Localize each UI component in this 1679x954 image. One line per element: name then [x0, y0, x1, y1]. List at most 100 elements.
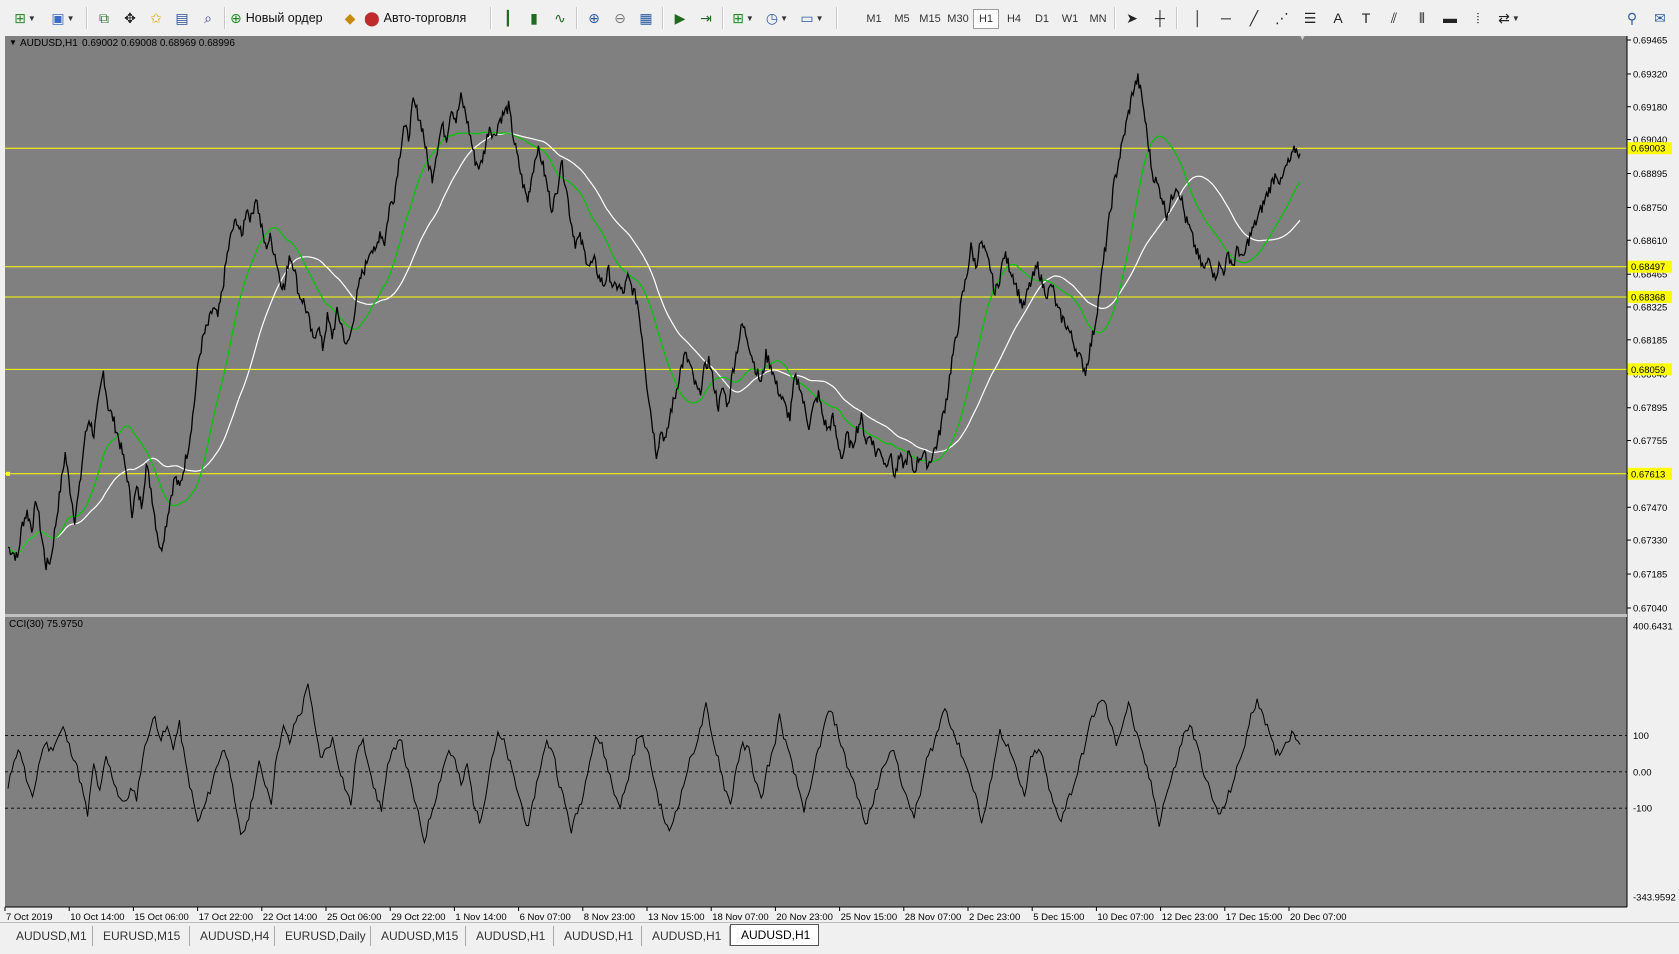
arrows-button[interactable]: ⇄ ▼	[1494, 6, 1524, 30]
cci-axis-label: 0.00	[1633, 767, 1652, 778]
price-axis-label: 0.67185	[1633, 570, 1667, 581]
indicators-icon: ⊞	[732, 10, 744, 26]
level-label: 0.69003	[1631, 144, 1665, 155]
tab-audusd-h1-1[interactable]: AUDUSD,H1	[466, 926, 554, 946]
autotrading-button[interactable]: ⬤ Авто-торговля	[364, 6, 482, 30]
line-chart-button[interactable]: ∿	[548, 6, 572, 30]
toolbar-separator	[86, 7, 88, 29]
candlestick-icon: ▮	[530, 10, 538, 26]
new-chart-button[interactable]: ⊞ ▼	[8, 6, 42, 30]
fibonacci-retracement-button[interactable]: ☰	[1298, 6, 1322, 30]
cursor-button[interactable]: ➤	[1120, 6, 1144, 30]
time-axis-label: 10 Oct 14:00	[70, 912, 124, 921]
collapse-arrow-icon[interactable]: ▼	[9, 38, 17, 47]
chat-button[interactable]: ✉	[1648, 6, 1672, 30]
tab-audusd-m15[interactable]: AUDUSD,M15	[371, 926, 466, 946]
timeframe-m1[interactable]: M1	[861, 9, 887, 29]
autotrading-icon: ⬤	[364, 10, 380, 26]
gann-grid-button[interactable]: ⦀	[1410, 6, 1434, 30]
market-watch-button[interactable]: ⧉	[92, 6, 116, 30]
timeframe-h1[interactable]: H1	[973, 9, 999, 29]
fibonacci-fan-button[interactable]: ⋰	[1270, 6, 1294, 30]
timeframe-w1[interactable]: W1	[1057, 9, 1083, 29]
horizontal-line-button[interactable]: ─	[1214, 6, 1238, 30]
tab-audusd-h1-active[interactable]: AUDUSD,H1	[730, 924, 819, 946]
price-axis-label: 0.67895	[1633, 403, 1667, 414]
price-axis-label: 0.68895	[1633, 169, 1667, 180]
price-axis-label: 0.67330	[1633, 536, 1667, 547]
zoom-out-button[interactable]: ⊖	[608, 6, 632, 30]
strategy-tester-button[interactable]: ⌕	[196, 6, 220, 30]
cci-axis-label: -343.9592	[1633, 893, 1676, 904]
new-order-button[interactable]: ⊕ Новый ордер	[230, 6, 334, 30]
new-chart-icon: ⊞	[14, 10, 26, 26]
profiles-button[interactable]: ▣ ▼	[46, 6, 80, 30]
timeframe-m30[interactable]: M30	[945, 9, 971, 29]
tab-audusd-h4[interactable]: AUDUSD,H4	[190, 926, 275, 946]
chart-window[interactable]: 0.69465 0.69320 0.69180 0.69040 0.68895 0.687…	[0, 36, 1679, 921]
indicators-button[interactable]: ⊞ ▼	[728, 6, 758, 30]
channel-button[interactable]: ⫽	[1382, 6, 1406, 30]
timeframe-mn[interactable]: MN	[1085, 9, 1111, 29]
main-toolbar: ⊞ ▼ ▣ ▼ ⧉ ✥ ✩ ▤ ⌕ ⊕ Новый ордер ◆ ⬤ Авто-т…	[0, 0, 1679, 37]
toolbar-separator	[490, 7, 492, 29]
time-axis-label: 6 Nov 07:00	[520, 912, 571, 921]
crosshair-button[interactable]: ┼	[1148, 6, 1172, 30]
auto-scroll-button[interactable]: ▶	[668, 6, 692, 30]
text-label-button[interactable]: T	[1354, 6, 1378, 30]
chart-ohlc-values: 0.69002 0.69008 0.68969 0.68996	[82, 38, 235, 49]
cycle-lines-button[interactable]: ⦙	[1466, 6, 1490, 30]
trendline-button[interactable]: ╱	[1242, 6, 1266, 30]
zoom-out-icon: ⊖	[614, 10, 626, 26]
tile-windows-button[interactable]: ▦	[634, 6, 658, 30]
tab-audusd-h1-3[interactable]: AUDUSD,H1	[642, 926, 730, 946]
tab-eurusd-daily[interactable]: EURUSD,Daily	[275, 926, 371, 946]
timeframe-h4[interactable]: H4	[1001, 9, 1027, 29]
time-axis-label: 29 Oct 22:00	[391, 912, 445, 921]
navigator-button[interactable]: ✩	[144, 6, 168, 30]
tab-audusd-h1-2[interactable]: AUDUSD,H1	[554, 926, 642, 946]
chat-icon: ✉	[1654, 10, 1666, 26]
price-axis-ticks: 0.694650.693200.691800.690400.688950.687…	[1627, 36, 1667, 615]
pane-separator[interactable]	[5, 614, 1627, 617]
profiles-icon: ▣	[51, 10, 65, 26]
chart-shift-button[interactable]: ⇥	[694, 6, 718, 30]
timeframe-m15[interactable]: M15	[917, 9, 943, 29]
time-axis-label: 2 Dec 23:00	[969, 912, 1020, 921]
time-axis-label: 20 Nov 23:00	[776, 912, 833, 921]
time-axis-label: 15 Oct 06:00	[134, 912, 188, 921]
time-axis-label: 8 Nov 23:00	[584, 912, 635, 921]
terminal-button[interactable]: ▤	[170, 6, 194, 30]
tab-eurusd-m15[interactable]: EURUSD,M15	[93, 926, 190, 946]
new-order-label: Новый ордер	[245, 11, 323, 25]
periods-button[interactable]: ◷ ▼	[762, 6, 792, 30]
timeframe-d1[interactable]: D1	[1029, 9, 1055, 29]
vertical-line-button[interactable]: │	[1186, 6, 1210, 30]
text-button[interactable]: A	[1326, 6, 1350, 30]
chevron-down-icon: ▼	[745, 13, 754, 23]
chart-shift-marker-icon[interactable]: ▼	[1298, 36, 1307, 42]
price-chart[interactable]: 0.694650.693200.691800.690400.688950.687…	[0, 36, 1679, 921]
text-icon: A	[1333, 10, 1343, 26]
toolbar-separator	[722, 7, 724, 29]
bar-chart-button[interactable]: ┃	[496, 6, 520, 30]
main-pane-background[interactable]	[5, 36, 1627, 614]
cci-axis-label: -100	[1633, 804, 1652, 815]
candlestick-button[interactable]: ▮	[522, 6, 546, 30]
timeframe-m5[interactable]: M5	[889, 9, 915, 29]
rectangle-icon: ▬	[1443, 10, 1457, 26]
time-axis-ticks: 7 Oct 2019 10 Oct 14:00 15 Oct 06:00 17 Oct…	[4, 907, 1347, 921]
tile-windows-icon: ▦	[639, 10, 653, 26]
tab-audusd-m1[interactable]: AUDUSD,M1	[6, 926, 93, 946]
metaeditor-button[interactable]: ◆	[338, 6, 362, 30]
crosshair-icon: ✥	[124, 10, 136, 26]
search-button[interactable]: ⚲	[1620, 6, 1644, 30]
price-axis-label: 0.68185	[1633, 335, 1667, 346]
fibonacci-retracement-icon: ☰	[1303, 10, 1317, 26]
data-window-button[interactable]: ✥	[118, 6, 142, 30]
cci-pane-background[interactable]	[5, 617, 1627, 907]
time-axis-label: 17 Oct 22:00	[199, 912, 253, 921]
zoom-in-button[interactable]: ⊕	[582, 6, 606, 30]
templates-button[interactable]: ▭ ▼	[796, 6, 828, 30]
rectangle-button[interactable]: ▬	[1438, 6, 1462, 30]
